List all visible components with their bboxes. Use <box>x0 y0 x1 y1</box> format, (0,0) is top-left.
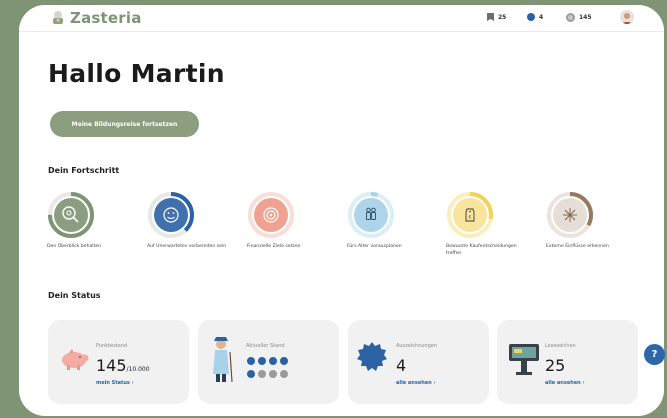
points-value-suffix: /10.000 <box>126 366 150 373</box>
points-value: 145/10.000 <box>96 356 150 375</box>
bookmark-icon <box>487 13 494 21</box>
chef-hat-icon <box>50 10 66 26</box>
bookmarks-view-all-link[interactable]: alle ansehen › <box>545 380 585 386</box>
header-points-count: 145 <box>579 14 592 21</box>
header-awards-count: 4 <box>539 13 544 21</box>
brand-name: Zasteria <box>70 9 142 27</box>
user-avatar[interactable] <box>620 10 634 24</box>
bookmarks-value: 25 <box>545 356 566 375</box>
my-status-link[interactable]: mein Status › <box>96 380 134 386</box>
header-points[interactable]: 145 <box>566 13 592 22</box>
progress-ring <box>148 192 194 238</box>
brand-logo[interactable]: Zasteria <box>50 9 142 27</box>
points-value-number: 145 <box>96 356 127 375</box>
progress-ring <box>48 192 94 238</box>
level-card-title: Aktueller Stand <box>246 343 285 349</box>
progress-item[interactable]: Fürs Alter vorausplanen <box>347 191 427 249</box>
progress-item-label: Bewusste Kaufentscheidungen treffen <box>446 244 517 256</box>
awards-card-title: Auszeichnungen <box>396 343 438 349</box>
bookmarks-card-title: Lesezeichen <box>545 343 576 349</box>
points-card[interactable]: Punktestand 145/10.000 mein Status › <box>48 320 189 404</box>
app-frame: Zasteria 25 4 145 Hallo Martin Meine Bil… <box>19 5 664 416</box>
progress-ring <box>547 192 593 238</box>
coin-icon <box>566 13 575 22</box>
header-awards[interactable]: 4 <box>527 13 543 21</box>
progress-item-label: Finanzielle Ziele setzen <box>247 244 301 249</box>
progress-item-label: Auf Unerwartetes vorbereiten sein <box>147 244 227 249</box>
help-button[interactable]: ? <box>644 344 665 365</box>
award-seal-icon <box>357 342 387 371</box>
user-avatar-icon <box>621 13 633 24</box>
continue-journey-button[interactable]: Meine Bildungsreise fortsetzen <box>50 111 199 137</box>
piggy-bank-icon <box>62 349 89 370</box>
progress-item[interactable]: € Bewusste Kaufentscheidungen treffen <box>446 191 526 256</box>
progress-item-label: Den Überblick behalten <box>47 244 102 249</box>
points-card-title: Punktestand <box>96 343 128 349</box>
header-bookmarks[interactable]: 25 <box>487 13 506 21</box>
level-dots <box>247 357 288 378</box>
progress-ring: € <box>447 192 493 238</box>
page-greeting: Hallo Martin <box>48 59 225 88</box>
progress-section-title: Dein Fortschritt <box>48 166 120 175</box>
progress-item-label: Fürs Alter vorausplanen <box>347 244 402 249</box>
status-section-title: Dein Status <box>48 291 101 300</box>
info-terminal-icon <box>509 344 539 375</box>
award-badge-icon <box>527 13 535 21</box>
progress-ring <box>348 192 394 238</box>
progress-item[interactable]: Finanzielle Ziele setzen <box>247 191 327 249</box>
sparkle-icon <box>563 208 577 222</box>
progress-item[interactable]: Externe Einflüsse erkennen <box>546 191 626 249</box>
awards-value: 4 <box>396 356 407 375</box>
svg-text:€: € <box>469 215 472 220</box>
top-header: Zasteria 25 4 145 <box>19 5 664 32</box>
awards-view-all-link[interactable]: alle ansehen › <box>396 380 436 386</box>
level-card[interactable]: Aktueller Stand <box>198 320 339 404</box>
awards-card[interactable]: Auszeichnungen 4 alle ansehen › <box>348 320 489 404</box>
progress-item[interactable]: Auf Unerwartetes vorbereiten sein <box>147 191 227 249</box>
explorer-figure-icon <box>213 337 233 383</box>
progress-ring <box>248 192 294 238</box>
header-bookmarks-count: 25 <box>498 13 507 21</box>
progress-item-label: Externe Einflüsse erkennen <box>546 244 609 249</box>
progress-item[interactable]: Den Überblick behalten <box>47 191 127 249</box>
bookmarks-card[interactable]: Lesezeichen 25 alle ansehen › <box>497 320 638 404</box>
